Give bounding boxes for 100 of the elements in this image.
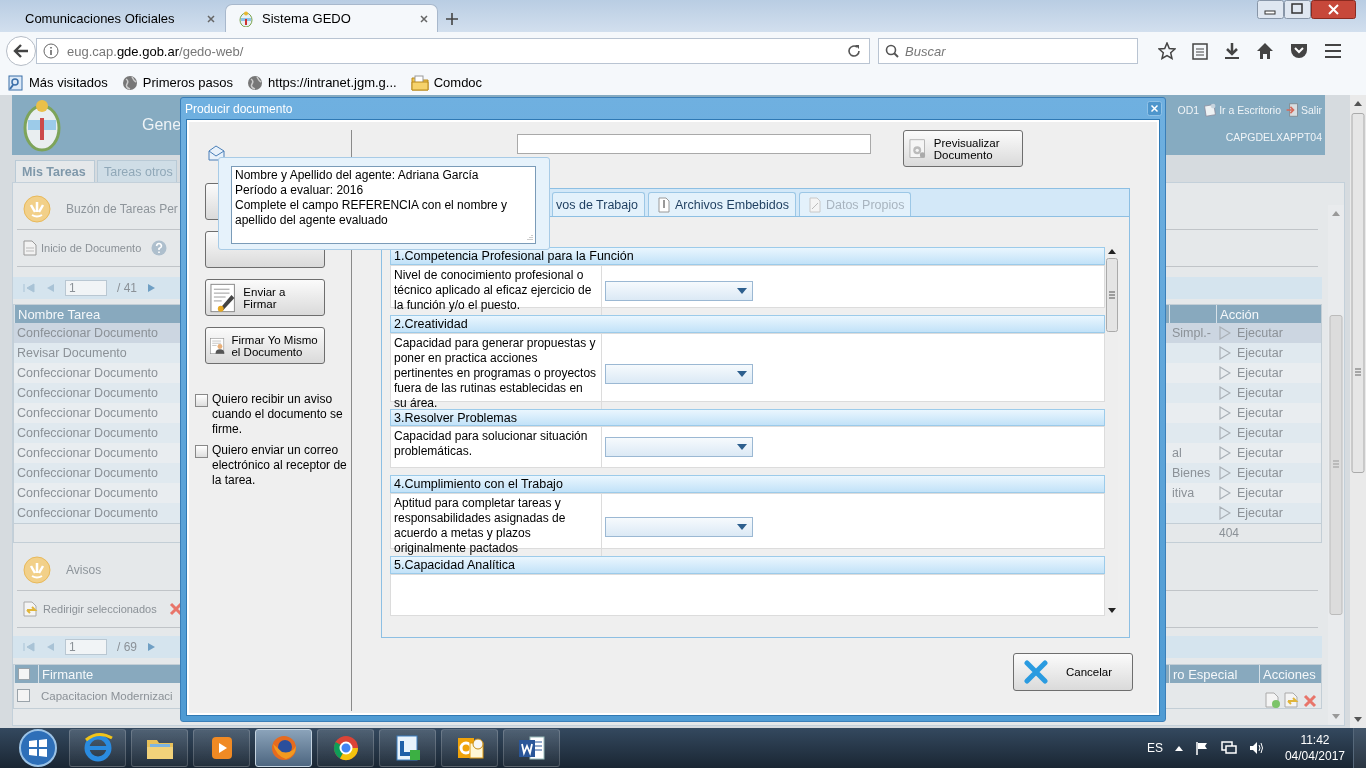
bookmark-item[interactable]: Comdoc (410, 74, 483, 91)
preview-button[interactable]: Previsualizar Documento (903, 130, 1023, 167)
criterion-text: Capacidad para solucionar situación problemáticas. (391, 427, 602, 468)
star-icon[interactable] (1158, 42, 1176, 60)
flag-icon[interactable] (1194, 741, 1209, 755)
scroll-up-icon (1107, 249, 1116, 254)
minimize-icon[interactable] (1257, 0, 1284, 19)
select-all-checkbox[interactable] (18, 668, 30, 680)
note-field[interactable]: Nombre y Apellido del agente: Adriana García Período a evaluar: 2016 Complete el campo REFERENCIA con el nombre y apellido del agente evaluado (231, 166, 536, 244)
execute-link[interactable]: Ejecutar (1219, 486, 1283, 500)
section-header: 4.Cumplimiento con el Trabajo (390, 475, 1105, 494)
back-button[interactable] (6, 36, 36, 66)
execute-link[interactable]: Ejecutar (1219, 386, 1283, 400)
bookmark-item[interactable]: Más visitados (8, 74, 108, 91)
send-to-sign-button[interactable]: Enviar a Firmar (205, 279, 325, 316)
plus-icon[interactable] (446, 13, 458, 25)
network-icon[interactable] (1220, 741, 1237, 755)
scroll-up-icon (1331, 209, 1341, 217)
menu-icon[interactable] (1324, 43, 1342, 59)
section-title: Buzón de Tareas Per (66, 202, 178, 216)
close-icon[interactable] (206, 13, 216, 24)
bookmark-item[interactable]: Primeros pasos (121, 74, 234, 91)
start-button[interactable] (18, 728, 58, 768)
close-icon[interactable] (419, 13, 429, 24)
sign-myself-button[interactable]: Firmar Yo Mismo el Documento (205, 327, 325, 364)
volume-icon[interactable] (1248, 741, 1265, 755)
close-icon[interactable] (1311, 0, 1356, 19)
sun-emblem-icon (23, 556, 51, 584)
execute-link[interactable]: Ejecutar (1219, 446, 1283, 460)
page-total: / 41 (117, 281, 137, 295)
exit-link[interactable]: Salir (1285, 103, 1322, 117)
table-cell: itiva (1169, 483, 1216, 503)
next-page-icon[interactable] (147, 642, 157, 652)
execute-link[interactable]: Ejecutar (1219, 426, 1283, 440)
station-id: CAPGDELXAPPT04 (1225, 131, 1322, 143)
bookmark-item[interactable]: https://intranet.jgm.g... (247, 74, 397, 91)
address-field[interactable]: eug.cap.gde.gob.ar/gedo-web/ (36, 38, 870, 64)
close-button[interactable] (1147, 101, 1162, 116)
browser-tab[interactable]: Sistema GEDO (225, 4, 438, 32)
browser-tab[interactable]: Comunicaciones Oficiales (12, 4, 225, 32)
maximize-icon[interactable] (1284, 0, 1311, 19)
redirect-link[interactable]: Redirigir seleccionados (23, 601, 157, 617)
page-tab[interactable]: Tareas otros (97, 160, 177, 182)
reference-field[interactable] (517, 133, 871, 154)
show-desktop-button[interactable] (1353, 728, 1366, 768)
sun-emblem-icon (23, 195, 51, 223)
column-header (1169, 305, 1216, 323)
start-document-link[interactable]: Inicio de Documento (23, 240, 142, 256)
execute-link[interactable]: Ejecutar (1219, 466, 1283, 480)
search-field[interactable]: Buscar (878, 38, 1138, 64)
download-icon[interactable] (1224, 42, 1240, 60)
play-icon (1219, 426, 1231, 440)
form-tab[interactable]: Archivos Embebidos (648, 192, 796, 216)
execute-link[interactable]: Ejecutar (1219, 406, 1283, 420)
reload-icon[interactable] (847, 44, 861, 58)
shield-icon[interactable] (1290, 42, 1308, 60)
page-scrollbar[interactable] (1350, 95, 1366, 728)
form-tab[interactable]: vos de Trabajo (552, 192, 645, 216)
checkbox[interactable] (17, 689, 30, 702)
table-cell: Simpl.- (1169, 323, 1216, 343)
exit-door-icon (1285, 103, 1299, 117)
redirect-icon (23, 601, 39, 617)
page-icon (1203, 103, 1218, 117)
table-cell: al (1169, 443, 1216, 463)
execute-link[interactable]: Ejecutar (1219, 326, 1283, 340)
section-header: 3.Resolver Problemas (390, 408, 1105, 427)
home-icon[interactable] (1256, 42, 1274, 60)
page-tab[interactable]: Mis Tareas (15, 160, 95, 182)
paperclip-document-icon (658, 196, 670, 213)
play-icon (1219, 466, 1231, 480)
scrollbar[interactable] (1328, 205, 1344, 725)
folder-icon (410, 74, 429, 91)
delete-icon[interactable] (168, 602, 183, 616)
clipboard-icon[interactable] (1192, 42, 1208, 60)
play-icon (1219, 486, 1231, 500)
scroll-down-icon (1331, 713, 1341, 721)
execute-link[interactable]: Ejecutar (1219, 506, 1283, 520)
play-icon (1219, 346, 1231, 360)
play-icon (1219, 326, 1231, 340)
header-title: Gene (142, 116, 182, 134)
page-field[interactable]: 1 (65, 639, 107, 655)
desktop-link[interactable]: Ir a Escritorio (1203, 103, 1281, 117)
cancel-button[interactable]: Cancelar (1013, 653, 1133, 691)
clock-time: 11:42 (1300, 732, 1330, 748)
execute-link[interactable]: Ejecutar (1219, 366, 1283, 380)
checkbox[interactable] (195, 394, 208, 407)
language-indicator[interactable]: ES (1146, 741, 1163, 755)
scroll-up-icon (1353, 99, 1363, 107)
page-field[interactable]: 1 (65, 280, 107, 296)
execute-link[interactable]: Ejecutar (1219, 346, 1283, 360)
scroll-down-icon (1107, 608, 1116, 613)
caret-up-icon[interactable] (1174, 745, 1183, 751)
globe-icon (121, 74, 138, 91)
checkbox[interactable] (195, 445, 208, 458)
search-icon (885, 44, 899, 58)
resize-grip-icon (526, 234, 533, 241)
next-page-icon[interactable] (147, 283, 157, 293)
delete-icon[interactable] (1303, 694, 1317, 708)
document-pen-icon (210, 282, 238, 313)
table-cell-text: Capacitacion Modernizaci (40, 688, 174, 704)
